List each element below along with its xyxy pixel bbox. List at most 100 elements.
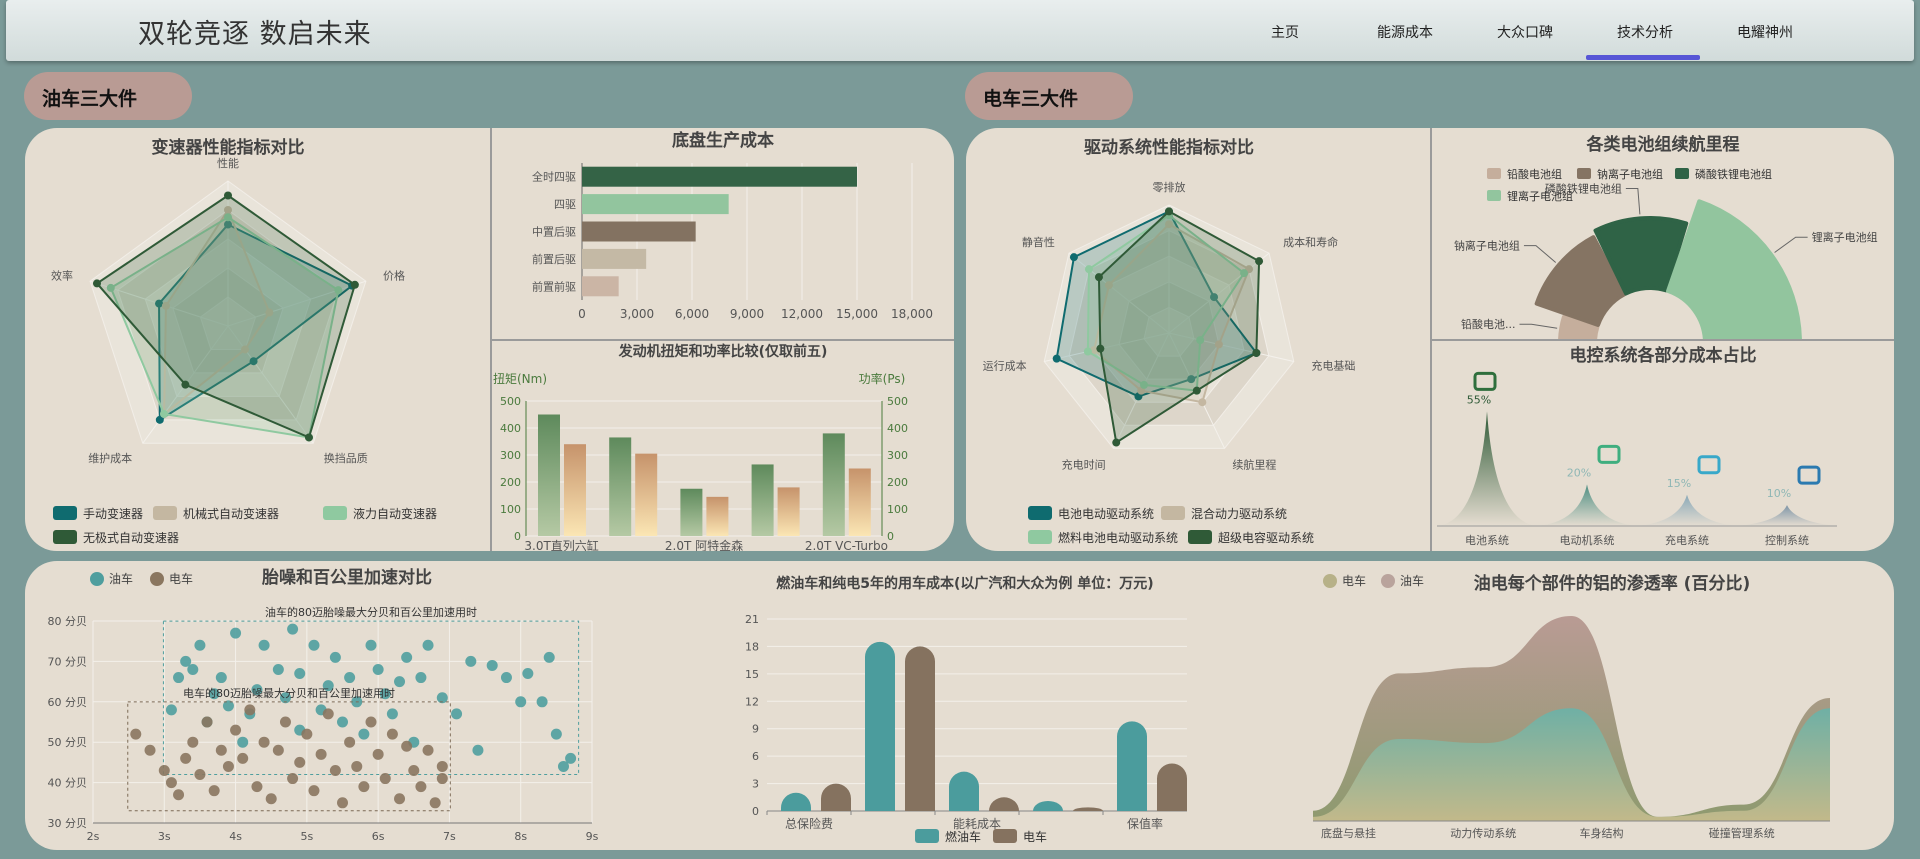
cost-bar: [1033, 800, 1063, 811]
scatter-point: [550, 728, 562, 740]
cost-bar: [1073, 807, 1103, 811]
x-tick-label: 0: [578, 307, 586, 321]
y-tick-label: 前置后驱: [532, 252, 576, 266]
scatter-point: [144, 744, 156, 756]
scatter-point: [351, 760, 363, 772]
aluminum-penetration-chart: 油电每个部件的铝的渗透率 (百分比) 电车 油车底盘与悬挂 动力传动系统 车身结构 碰撞管…: [1313, 573, 1830, 840]
radar-data-point: [1255, 257, 1264, 266]
scatter-point: [429, 797, 441, 809]
y-tick-label-left: 0: [514, 530, 521, 543]
torque-bar: [609, 437, 632, 536]
nav-energy-cost[interactable]: 能源成本: [1345, 22, 1465, 42]
scatter-point: [187, 663, 199, 675]
top-navigation-bar: 双轮竞逐 数启未来 主页 能源成本 大众口碑 技术分析 电耀神州: [6, 0, 1914, 61]
nav-ev-china[interactable]: 电耀神州: [1705, 22, 1825, 42]
legend-label: 电车: [1342, 573, 1366, 588]
scatter-point: [265, 793, 277, 805]
legend-label: 电车: [1023, 829, 1047, 844]
x-tick-label: 3.0T直列六缸: [524, 538, 598, 551]
scatter-point: [536, 696, 548, 708]
engine-torque-power-chart: 发动机扭矩和功率比较(仅取前五) 扭矩(Nm) 功率(Ps) 0 0 100 100 200 2…: [493, 343, 908, 551]
scatter-point: [315, 748, 327, 760]
scatter-point: [500, 672, 512, 684]
legend-label: 无极式自动变速器: [83, 530, 179, 545]
value-label: 10%: [1767, 487, 1791, 500]
chart-title: 发动机扭矩和功率比较(仅取前五): [618, 343, 828, 360]
cost-bar: [821, 783, 851, 811]
charging-station-icon: [1697, 455, 1721, 475]
power-bar: [564, 444, 586, 536]
scatter-point: [515, 696, 527, 708]
scatter-point: [173, 672, 185, 684]
x-tick-label: 动力传动系统: [1450, 827, 1516, 840]
scatter-point: [222, 760, 234, 772]
bar: [582, 248, 647, 269]
radar-data-point: [181, 380, 190, 389]
x-tick-label: 充电系统: [1665, 533, 1709, 547]
scatter-point: [308, 785, 320, 797]
scatter-point: [194, 769, 206, 781]
scatter-point: [301, 728, 313, 740]
nav-reviews[interactable]: 大众口碑: [1465, 22, 1585, 42]
legend-label: 油车: [1400, 573, 1424, 588]
y-tick-label-right: 400: [887, 422, 908, 435]
cost-bar: [949, 771, 979, 811]
range-annotation: 电车的80迈胎噪最大分贝和百公里加速用时: [183, 686, 395, 700]
legend-swatch: [53, 506, 77, 520]
pie-slice: [1666, 199, 1802, 339]
radar-data-point: [1069, 253, 1078, 262]
cost-bar: [1117, 721, 1147, 811]
scatter-point: [258, 736, 270, 748]
legend-label: 油车: [109, 571, 133, 586]
x-tick-label: 电动机系统: [1560, 533, 1615, 547]
legend-label: 电车: [169, 571, 193, 586]
x-tick-label: 7s: [443, 830, 456, 843]
power-bar: [706, 496, 729, 536]
y-tick-label: 9: [752, 723, 759, 736]
x-tick-label: 18,000: [891, 307, 933, 321]
legend-label: 钠离子电池组: [1597, 167, 1663, 181]
tire-noise-scatter-chart: 胎噪和百公里加速对比 油车 电车 30 分贝 40 分贝 50 分贝 60 分贝 70 分贝 8…: [48, 567, 599, 843]
chart-title: 电控系统各部分成本占比: [1570, 345, 1757, 366]
cost-share-peak: [1437, 411, 1537, 526]
nav-tech-analysis[interactable]: 技术分析: [1585, 22, 1705, 42]
scatter-point: [465, 655, 477, 667]
radar-data-point: [1198, 398, 1207, 407]
five-year-cost-chart: 燃油车和纯电5年的用车成本(以广汽和大众为例 单位：万元) 0 3 6 9 12 15 18 2…: [745, 575, 1187, 844]
radar-data-point: [1112, 438, 1121, 447]
chart-title: 变速器性能指标对比: [152, 137, 305, 158]
scatter-point: [422, 744, 434, 756]
scatter-point: [543, 651, 555, 663]
scatter-point: [358, 728, 370, 740]
torque-bar: [822, 433, 845, 536]
y-tick-label: 中置后驱: [532, 226, 576, 239]
scatter-point: [329, 764, 341, 776]
x-tick-label: 6,000: [675, 307, 709, 321]
gearbox-radar-chart: 变速器性能指标对比性能价格换挡品质 维护成本 效率手动变速器 机械式自动变速器 液力自动…: [51, 137, 437, 545]
radar-indicator-label: 维护成本: [88, 451, 132, 465]
scatter-point: [408, 764, 420, 776]
legend-swatch: [153, 506, 177, 520]
legend-label: 燃油车: [945, 829, 981, 844]
scatter-point: [372, 663, 384, 675]
x-tick-label: 15,000: [836, 307, 878, 321]
scatter-point: [344, 672, 356, 684]
radar-indicator-label: 零排放: [1153, 180, 1186, 194]
radar-indicator-label: 效率: [51, 269, 73, 283]
legend-swatch: [1161, 506, 1185, 520]
nav-home[interactable]: 主页: [1225, 22, 1345, 42]
scatter-point: [386, 708, 398, 720]
y-tick-label: 15: [745, 668, 759, 681]
chart-title: 燃油车和纯电5年的用车成本(以广汽和大众为例 单位：万元): [776, 575, 1153, 592]
radar-data-point: [224, 191, 232, 200]
motor-icon: [1597, 444, 1621, 464]
bar: [582, 276, 619, 297]
scatter-point: [272, 744, 284, 756]
radar-indicator-label: 充电时间: [1062, 458, 1106, 472]
scatter-point: [337, 797, 348, 809]
scatter-point: [379, 773, 391, 785]
y-tick-label-left: 400: [500, 422, 521, 435]
power-bar: [848, 468, 871, 536]
value-label: 15%: [1667, 477, 1691, 490]
y-tick-label: 60 分贝: [48, 696, 88, 709]
